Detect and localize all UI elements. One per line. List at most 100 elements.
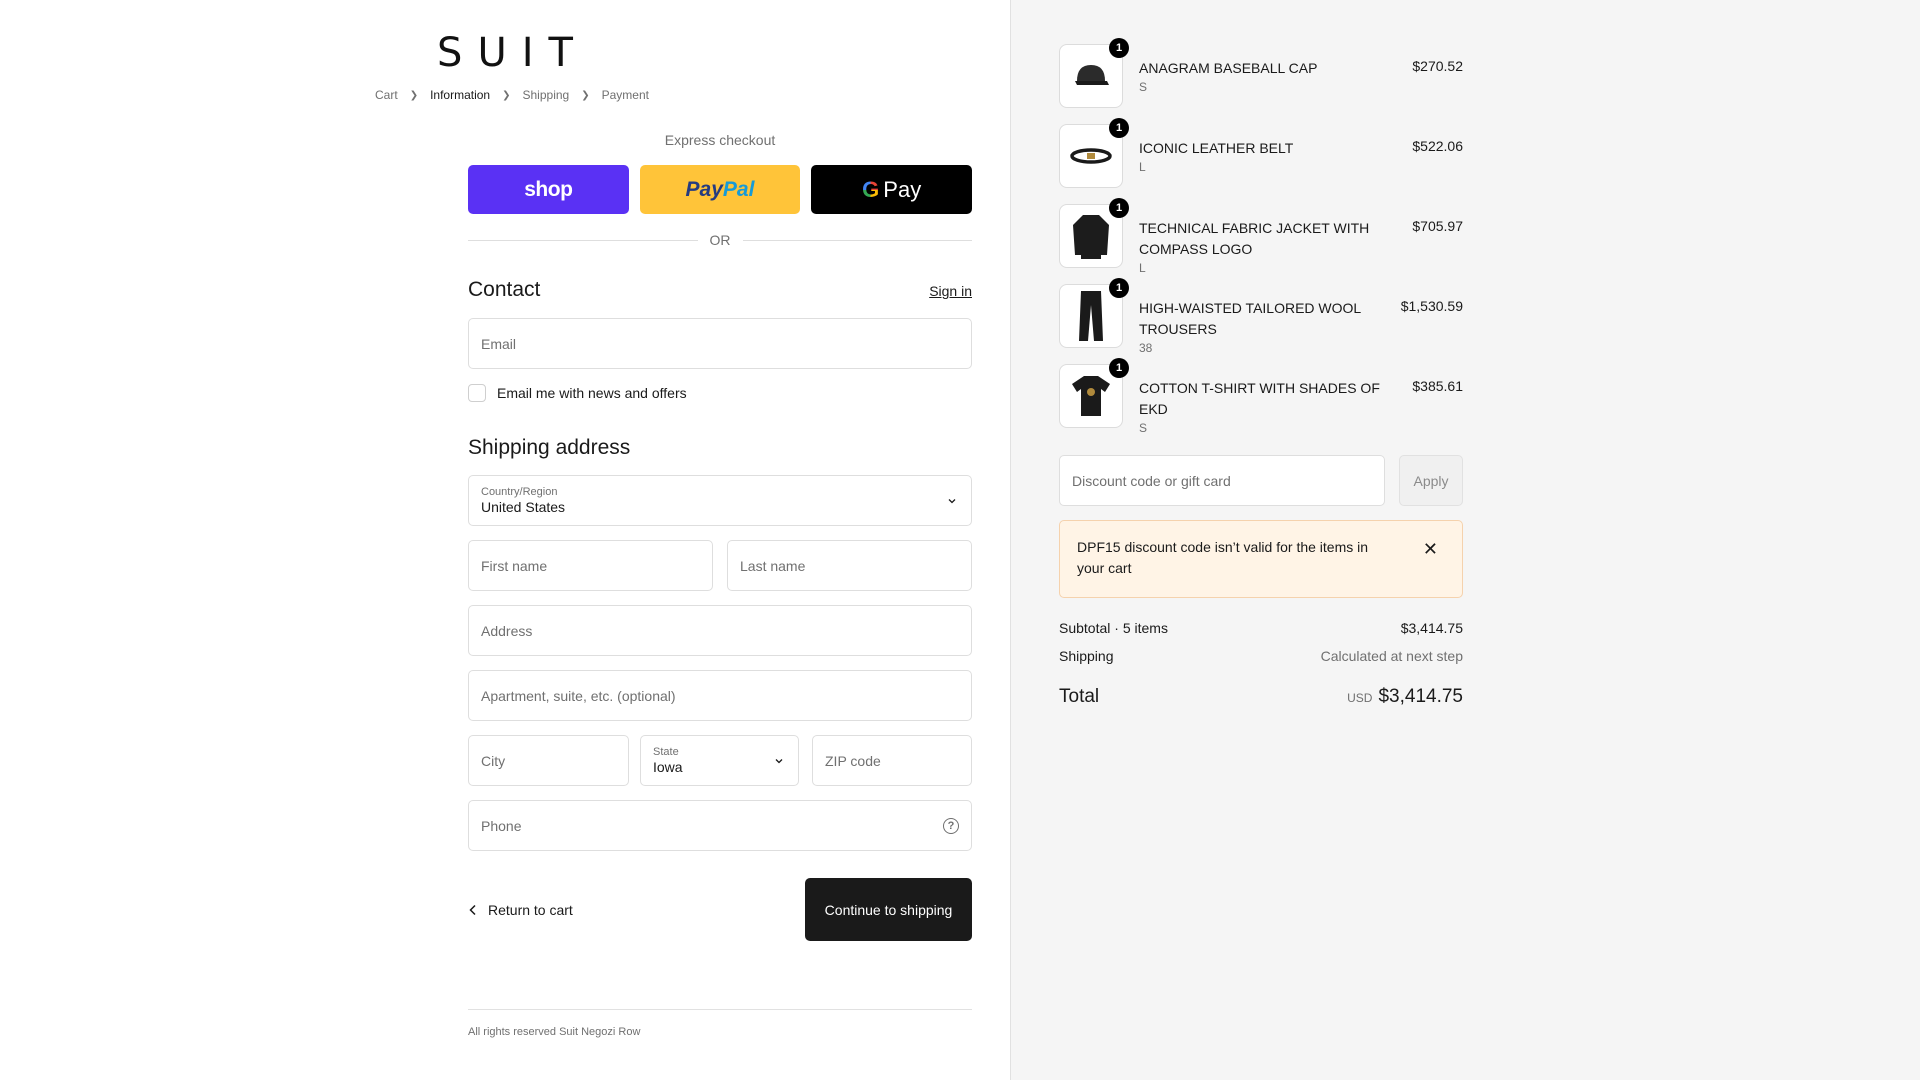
product-name: TECHNICAL FABRIC JACKET WITH COMPASS LOG… (1139, 220, 1370, 257)
cart-item: 1 TECHNICAL FABRIC JACKET WITH COMPASS L… (1059, 198, 1463, 284)
cart-item: 1 ICONIC LEATHER BELT L $522.06 (1059, 118, 1463, 204)
shipping-value: Calculated at next step (1320, 648, 1463, 664)
product-variant: 38 (1139, 341, 1153, 355)
product-price: $522.06 (1412, 138, 1463, 154)
product-name: COTTON T-SHIRT WITH SHADES OF EKD (1139, 380, 1380, 417)
country-value: United States (481, 499, 566, 515)
return-to-cart-label: Return to cart (488, 901, 573, 918)
chevron-right-icon: ❯ (502, 89, 511, 101)
discount-code-placeholder: Discount code or gift card (1072, 472, 1231, 489)
or-divider: OR (468, 232, 972, 248)
form-actions: Return to cart Continue to shipping (468, 878, 972, 941)
breadcrumb-cart[interactable]: Cart (375, 88, 398, 102)
google-pay-label: Pay (883, 176, 922, 202)
address-field[interactable]: Address (468, 605, 972, 656)
chevron-left-icon (469, 904, 476, 915)
product-name: ICONIC LEATHER BELT (1139, 140, 1294, 156)
email-field[interactable]: Email (468, 318, 972, 369)
apply-discount-button[interactable]: Apply (1399, 455, 1463, 506)
cart-item: 1 COTTON T-SHIRT WITH SHADES OF EKD S $38… (1059, 358, 1463, 444)
express-checkout-buttons: shop Pay Pal G Pay (468, 165, 973, 214)
last-name-placeholder: Last name (740, 557, 806, 574)
chevron-down-icon (948, 498, 956, 503)
google-pay-button[interactable]: G Pay (811, 165, 973, 214)
product-variant: S (1139, 80, 1148, 94)
shop-pay-button[interactable]: shop (468, 165, 629, 214)
discount-error-banner: DPF15 discount code isn’t valid for the … (1059, 520, 1463, 598)
help-icon[interactable]: ? (943, 817, 959, 834)
subtotal-label: Subtotal · 5 items (1059, 620, 1168, 636)
product-price: $705.97 (1412, 218, 1463, 234)
breadcrumb-payment: Payment (601, 88, 649, 102)
shop-pay-logo: shop (524, 177, 573, 201)
zip-code-field[interactable]: ZIP code (812, 735, 972, 786)
breadcrumb: Cart ❯ Information ❯ Shipping ❯ Payment (0, 88, 1010, 102)
contact-header: Contact Sign in (468, 278, 972, 302)
return-to-cart-link[interactable]: Return to cart (468, 902, 573, 918)
total-label: Total (1059, 686, 1100, 707)
quantity-badge: 1 (1109, 118, 1129, 138)
product-variant: L (1139, 160, 1146, 174)
state-select[interactable]: State Iowa (640, 735, 799, 786)
apartment-field[interactable]: Apartment, suite, etc. (optional) (468, 670, 972, 721)
belt-icon (1070, 148, 1112, 164)
cap-icon (1075, 65, 1109, 85)
close-icon[interactable]: ✕ (1423, 539, 1438, 560)
product-variant: L (1139, 261, 1146, 275)
newsletter-checkbox[interactable] (468, 384, 486, 402)
paypal-logo-a: Pay (685, 177, 723, 201)
continue-to-shipping-button[interactable]: Continue to shipping (805, 878, 972, 941)
brand-logo[interactable]: SUIT (0, 30, 1010, 76)
first-name-field[interactable]: First name (468, 540, 713, 591)
last-name-field[interactable]: Last name (727, 540, 972, 591)
apartment-placeholder: Apartment, suite, etc. (optional) (481, 687, 676, 704)
tshirt-icon (1072, 376, 1110, 416)
newsletter-label: Email me with news and offers (497, 385, 687, 401)
product-name: ANAGRAM BASEBALL CAP (1139, 60, 1318, 76)
shipping-row: Shipping Calculated at next step (1059, 648, 1463, 664)
trousers-icon (1079, 291, 1103, 341)
divider-line (742, 239, 972, 241)
paypal-button[interactable]: Pay Pal (639, 165, 801, 214)
order-summary-panel: 1 ANAGRAM BASEBALL CAP S $270.52 1 ICONIC… (1010, 0, 1920, 1080)
sign-in-link[interactable]: Sign in (929, 283, 972, 299)
country-select[interactable]: Country/Region United States (468, 475, 972, 526)
discount-form: Discount code or gift card Apply (1059, 455, 1463, 506)
express-checkout-label: Express checkout (664, 132, 776, 148)
or-label: OR (709, 232, 731, 248)
zip-code-placeholder: ZIP code (825, 752, 881, 769)
breadcrumb-shipping: Shipping (522, 88, 570, 102)
quantity-badge: 1 (1109, 358, 1129, 378)
city-field[interactable]: City (468, 735, 629, 786)
total-value: $3,414.75 (1378, 686, 1463, 707)
contact-title: Contact (468, 278, 541, 301)
chevron-right-icon: ❯ (581, 89, 590, 101)
google-g-icon: G (862, 176, 880, 202)
discount-error-message: DPF15 discount code isn’t valid for the … (1077, 539, 1369, 576)
quantity-badge: 1 (1109, 38, 1129, 58)
city-placeholder: City (481, 752, 506, 769)
product-thumbnail: 1 (1059, 198, 1129, 268)
product-price: $385.61 (1412, 378, 1463, 394)
cart-items: 1 ANAGRAM BASEBALL CAP S $270.52 1 ICONIC… (1059, 38, 1463, 444)
country-label: Country/Region (481, 486, 558, 498)
state-label: State (653, 746, 679, 758)
product-thumbnail: 1 (1059, 118, 1129, 188)
divider-line (468, 239, 698, 241)
chevron-right-icon: ❯ (409, 89, 419, 101)
chevron-down-icon (775, 758, 783, 763)
paypal-logo-b: Pal (722, 177, 755, 201)
phone-placeholder: Phone (481, 817, 522, 834)
address-placeholder: Address (481, 622, 533, 639)
quantity-badge: 1 (1109, 278, 1129, 298)
state-value: Iowa (653, 759, 683, 775)
discount-code-field[interactable]: Discount code or gift card (1059, 455, 1385, 506)
cart-item: 1 ANAGRAM BASEBALL CAP S $270.52 (1059, 38, 1463, 124)
product-variant: S (1139, 421, 1148, 435)
email-placeholder: Email (481, 335, 517, 352)
phone-field[interactable]: Phone ? (468, 800, 972, 851)
product-thumbnail: 1 (1059, 358, 1129, 428)
footer-copyright: All rights reserved Suit Negozi Row (468, 1026, 641, 1038)
newsletter-option[interactable]: Email me with news and offers (468, 384, 687, 402)
footer-divider (468, 1009, 972, 1010)
